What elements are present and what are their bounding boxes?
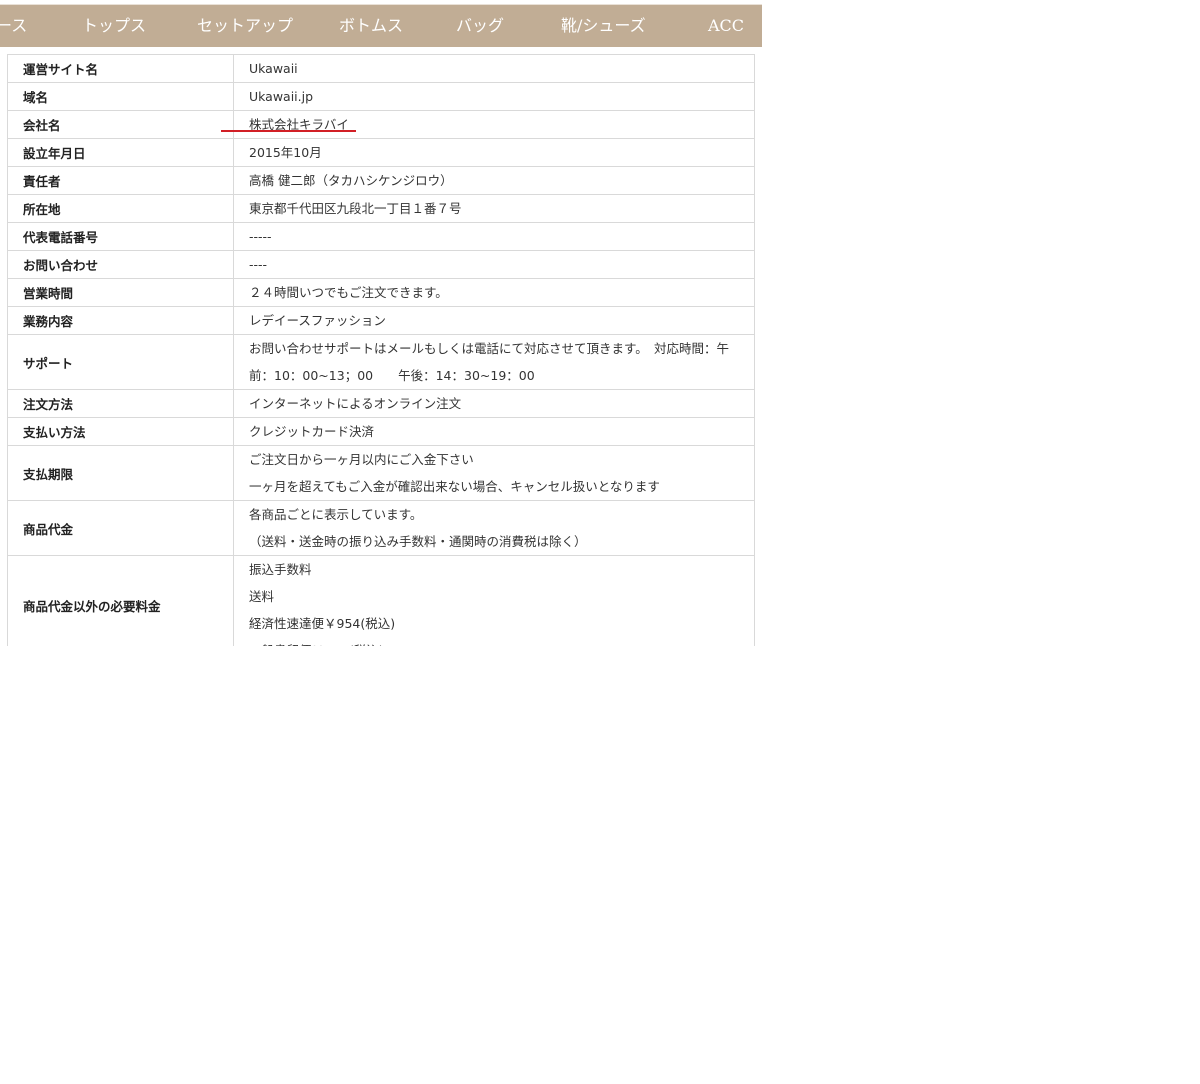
table-row: 所在地 東京都千代田区九段北一丁目１番７号 — [7, 194, 755, 223]
value-line: クレジットカード決済 — [249, 424, 375, 439]
nav-item-tops[interactable]: トップス — [82, 5, 146, 47]
table-row: 商品代金 各商品ごとに表示しています。 （送料・送金時の振り込み手数料・通関時の… — [7, 500, 755, 556]
value-line: Ukawaii — [249, 61, 298, 76]
value-line: 東京都千代田区九段北一丁目１番７号 — [249, 201, 462, 216]
value-line: 株式会社キラバイ — [249, 117, 349, 132]
row-label-site-name: 運営サイト名 — [7, 54, 234, 83]
row-label-price: 商品代金 — [7, 500, 234, 556]
row-label-domain: 域名 — [7, 82, 234, 111]
row-value-domain: Ukawaii.jp — [233, 82, 755, 111]
value-line: ご注文日から一ヶ月以内にご入金下さい — [249, 452, 474, 467]
value-line: 高橋 健二郎（タカハシケンジロウ） — [249, 173, 453, 188]
value-line: 送料 — [249, 589, 275, 604]
row-label-business-hours: 営業時間 — [7, 278, 234, 307]
row-value-payment-method: クレジットカード決済 — [233, 417, 755, 446]
row-label-address: 所在地 — [7, 194, 234, 223]
row-value-order-method: インターネットによるオンライン注文 — [233, 389, 755, 418]
row-label-payment-method: 支払い方法 — [7, 417, 234, 446]
row-value-business-hours: ２４時間いつでもご注文できます。 — [233, 278, 755, 307]
value-line: お問い合わせサポートはメールもしくは電話にて対応させて頂きます。 対応時間：午 — [249, 341, 730, 356]
nav-item-bags[interactable]: バッグ — [456, 5, 504, 47]
company-name-red-underline — [221, 130, 356, 132]
row-label-support: サポート — [7, 334, 234, 390]
row-label-order-method: 注文方法 — [7, 389, 234, 418]
table-row: 設立年月日 2015年10月 — [7, 138, 755, 167]
value-line: 一般書留便￥ (税込) — [249, 637, 754, 646]
table-row: 域名 Ukawaii.jp — [7, 82, 755, 111]
row-label-phone: 代表電話番号 — [7, 222, 234, 251]
table-row: 営業時間 ２４時間いつでもご注文できます。 — [7, 278, 755, 307]
row-value-business: レデイースファッション — [233, 306, 755, 335]
nav-item-setup[interactable]: セットアップ — [197, 5, 293, 47]
table-row: 運営サイト名 Ukawaii — [7, 54, 755, 83]
value-line: インターネットによるオンライン注文 — [249, 396, 462, 411]
nav-item-acc[interactable]: ACC — [708, 5, 744, 47]
row-label-other-fees: 商品代金以外の必要料金 — [7, 555, 234, 646]
row-value-contact: ---- — [233, 250, 755, 279]
row-value-company: 株式会社キラバイ — [233, 110, 755, 139]
table-row: 支払い方法 クレジットカード決済 — [7, 417, 755, 446]
table-row: 責任者 高橋 健二郎（タカハシケンジロウ） — [7, 166, 755, 195]
table-row: 代表電話番号 ----- — [7, 222, 755, 251]
table-row: お問い合わせ ---- — [7, 250, 755, 279]
category-navbar: ース トップス セットアップ ボトムス バッグ 靴/シューズ ACC — [0, 4, 762, 47]
company-info-table: 運営サイト名 Ukawaii 域名 Ukawaii.jp 会社名 株式会社キラバ… — [7, 54, 755, 646]
value-line: レデイースファッション — [249, 313, 386, 328]
table-row: 会社名 株式会社キラバイ — [7, 110, 755, 139]
row-label-business: 業務内容 — [7, 306, 234, 335]
row-label-company: 会社名 — [7, 110, 234, 139]
value-line: 各商品ごとに表示しています。 — [249, 507, 423, 522]
company-info-table-wrapper: 運営サイト名 Ukawaii 域名 Ukawaii.jp 会社名 株式会社キラバ… — [7, 54, 755, 646]
row-value-site-name: Ukawaii — [233, 54, 755, 83]
value-line: 2015年10月 — [249, 145, 322, 160]
value-line: （送料・送金時の振り込み手数料・通関時の消費税は除く） — [249, 534, 587, 549]
table-row: 注文方法 インターネットによるオンライン注文 — [7, 389, 755, 418]
value-line: 前：10：00~13；00 午後：14：30~19：00 — [249, 368, 535, 383]
row-value-representative: 高橋 健二郎（タカハシケンジロウ） — [233, 166, 755, 195]
value-line: Ukawaii.jp — [249, 89, 314, 104]
row-label-payment-deadline: 支払期限 — [7, 445, 234, 501]
nav-item-dress[interactable]: ース — [0, 5, 27, 47]
row-value-price: 各商品ごとに表示しています。 （送料・送金時の振り込み手数料・通関時の消費税は除… — [233, 500, 755, 556]
screenshot-area: ース トップス セットアップ ボトムス バッグ 靴/シューズ ACC 運営サイト… — [0, 0, 762, 646]
row-value-other-fees: 振込手数料 送料 経済性速達便￥954(税込) 一般書留便￥ (税込) — [233, 555, 755, 646]
row-value-established: 2015年10月 — [233, 138, 755, 167]
row-value-address: 東京都千代田区九段北一丁目１番７号 — [233, 194, 755, 223]
row-value-payment-deadline: ご注文日から一ヶ月以内にご入金下さい 一ヶ月を超えてもご入金が確認出来ない場合、… — [233, 445, 755, 501]
table-row: 業務内容 レデイースファッション — [7, 306, 755, 335]
table-row: 商品代金以外の必要料金 振込手数料 送料 経済性速達便￥954(税込) 一般書留… — [7, 555, 755, 646]
value-line: ---- — [249, 257, 268, 272]
table-row: 支払期限 ご注文日から一ヶ月以内にご入金下さい 一ヶ月を超えてもご入金が確認出来… — [7, 445, 755, 501]
value-line: ２４時間いつでもご注文できます。 — [249, 285, 448, 300]
nav-item-shoes[interactable]: 靴/シューズ — [561, 5, 646, 47]
row-label-representative: 責任者 — [7, 166, 234, 195]
row-value-support: お問い合わせサポートはメールもしくは電話にて対応させて頂きます。 対応時間：午 … — [233, 334, 755, 390]
value-line: 一ヶ月を超えてもご入金が確認出来ない場合、キャンセル扱いとなります — [249, 479, 660, 494]
value-line: 振込手数料 — [249, 562, 312, 577]
row-label-established: 設立年月日 — [7, 138, 234, 167]
row-label-contact: お問い合わせ — [7, 250, 234, 279]
nav-item-bottoms[interactable]: ボトムス — [339, 5, 403, 47]
value-line: 経済性速達便￥954(税込) — [249, 616, 396, 631]
table-row: サポート お問い合わせサポートはメールもしくは電話にて対応させて頂きます。 対応… — [7, 334, 755, 390]
value-line: ----- — [249, 229, 272, 244]
row-value-phone: ----- — [233, 222, 755, 251]
